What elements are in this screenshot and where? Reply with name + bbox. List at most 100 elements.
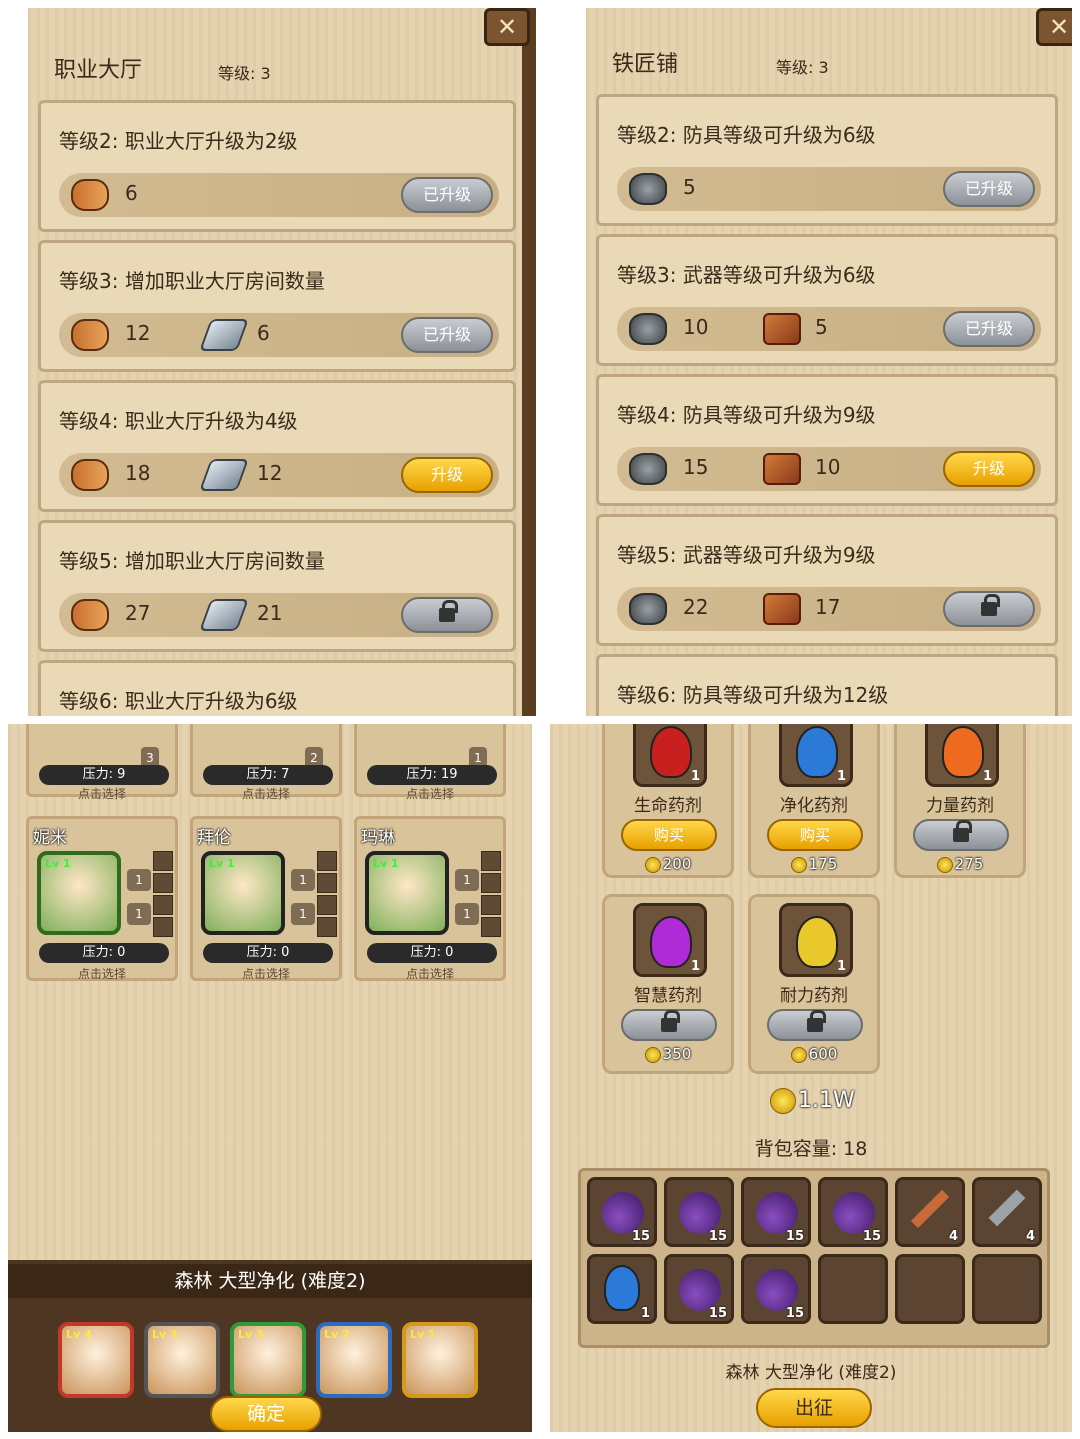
close-icon[interactable]: ✕ [484, 8, 530, 46]
potion-price: 600 [751, 1045, 877, 1063]
cost-ore: 5 [683, 175, 696, 199]
hero-card-byron[interactable]: 拜伦 Lv 1 1 1 压力: 0 点击选择 [190, 816, 342, 981]
gold-coin-icon [644, 856, 661, 873]
tap-select-label: 点击选择 [241, 967, 290, 981]
hero-name: 妮米 [33, 828, 67, 848]
upgrade-card: 等级4: 防具等级可升级为9级 15 10 升级 [596, 374, 1058, 506]
grape-food-icon [679, 1192, 721, 1234]
inventory-slot-empty[interactable] [972, 1254, 1042, 1324]
locked-button[interactable] [401, 597, 493, 633]
depart-button[interactable]: 出征 [756, 1388, 872, 1428]
gold-coin-icon [936, 856, 953, 873]
ore-icon [629, 593, 667, 625]
inventory-slot[interactable]: 15 [741, 1254, 811, 1324]
upgrade-card: 等级3: 武器等级可升级为6级 10 5 已升级 [596, 234, 1058, 366]
hero-card[interactable]: 3 压力: 9 点击选择 [26, 724, 178, 801]
grape-food-icon [679, 1269, 721, 1311]
cost-bar: 6 已升级 [59, 173, 499, 217]
pressure-label: 压力: 0 [39, 943, 169, 963]
locked-button[interactable] [621, 1009, 717, 1041]
party-slot[interactable]: Lv 4 [58, 1322, 134, 1398]
upgrade-card: 等级4: 职业大厅升级为4级 18 12 升级 [38, 380, 516, 512]
party-slot[interactable]: Lv 1 [402, 1322, 478, 1398]
upgrade-card: 等级2: 防具等级可升级为6级 5 已升级 [596, 94, 1058, 226]
item-slot [317, 895, 337, 915]
locked-button[interactable] [767, 1009, 863, 1041]
inventory-slot[interactable]: 15 [741, 1177, 811, 1247]
upgrade-card: 等级6: 防具等级可升级为12级 [596, 654, 1058, 716]
potion-item: 1 耐力药剂 600 [748, 894, 880, 1074]
inventory-slot[interactable]: 4 [972, 1177, 1042, 1247]
hero-card-marlene[interactable]: 玛琳 Lv 1 1 1 压力: 0 点击选择 [354, 816, 506, 981]
party-slot[interactable]: Lv 3 [230, 1322, 306, 1398]
grape-food-icon [602, 1192, 644, 1234]
bag-capacity: 背包容量: 18 [754, 1138, 868, 1160]
price-value: 275 [954, 855, 984, 873]
upgrade-desc: 等级4: 职业大厅升级为4级 [59, 409, 298, 433]
upgraded-button[interactable]: 已升级 [401, 317, 493, 353]
shovel-icon [988, 1189, 1026, 1227]
pressure-label: 压力: 0 [203, 943, 333, 963]
grape-food-icon [756, 1269, 798, 1311]
leather-icon [763, 453, 801, 485]
armor-level: 1 [291, 903, 315, 925]
upgrade-desc: 等级2: 防具等级可升级为6级 [617, 123, 876, 147]
red-potion-icon [650, 726, 692, 778]
party-slot[interactable]: Lv 2 [316, 1322, 392, 1398]
tap-select-label: 点击选择 [241, 787, 290, 801]
gold-coin-icon [790, 1046, 807, 1063]
cost-bar: 10 5 已升级 [617, 307, 1041, 351]
price-value: 175 [808, 855, 838, 873]
inventory-slot[interactable]: 1 [587, 1254, 657, 1324]
mission-title: 森林 大型净化 (难度2) [8, 1264, 532, 1298]
upgrade-card: 等级3: 增加职业大厅房间数量 12 6 已升级 [38, 240, 516, 372]
upgrade-desc: 等级5: 增加职业大厅房间数量 [59, 549, 325, 573]
potion-name: 生命药剂 [634, 796, 702, 816]
mission-title: 森林 大型净化 (难度2) [725, 1363, 897, 1383]
inventory-slot[interactable]: 15 [818, 1177, 888, 1247]
potion-name: 智慧药剂 [634, 986, 702, 1006]
item-slot [317, 851, 337, 871]
inventory-slot-empty[interactable] [895, 1254, 965, 1324]
party-slot[interactable]: Lv 3 [144, 1322, 220, 1398]
upgrade-button[interactable]: 升级 [943, 451, 1035, 487]
lock-icon [661, 1010, 680, 1032]
potion-item: 1 生命药剂 购买 200 [602, 724, 734, 878]
gold-total: 1.1W [770, 1088, 855, 1114]
lock-icon [807, 1010, 826, 1032]
panel-level: 等级: 3 [218, 64, 271, 83]
inventory-slot[interactable]: 15 [664, 1177, 734, 1247]
lock-icon [153, 917, 173, 937]
buy-button[interactable]: 购买 [621, 819, 717, 851]
hero-card[interactable]: 2 压力: 7 点击选择 [190, 724, 342, 801]
upgrade-card: 等级5: 武器等级可升级为9级 22 17 [596, 514, 1058, 646]
potion-name: 耐力药剂 [780, 986, 848, 1006]
pressure-label: 压力: 7 [203, 765, 333, 785]
wood-icon [71, 319, 109, 351]
upgrade-button[interactable]: 升级 [401, 457, 493, 493]
hero-card[interactable]: 1 压力: 19 点击选择 [354, 724, 506, 801]
pressure-label: 压力: 0 [367, 943, 497, 963]
hero-card-nimi[interactable]: 妮米 Lv 1 1 1 压力: 0 点击选择 [26, 816, 178, 981]
upgraded-button[interactable]: 已升级 [943, 171, 1035, 207]
upgraded-button[interactable]: 已升级 [943, 311, 1035, 347]
inventory-slot[interactable]: 15 [587, 1177, 657, 1247]
ore-icon [629, 173, 667, 205]
confirm-button[interactable]: 确定 [210, 1396, 322, 1432]
upgraded-button[interactable]: 已升级 [401, 177, 493, 213]
close-icon[interactable]: ✕ [1036, 8, 1072, 46]
inventory-slot[interactable]: 15 [664, 1254, 734, 1324]
locked-button[interactable] [943, 591, 1035, 627]
item-qty: 15 [631, 1229, 650, 1244]
potion-frame: 1 [779, 724, 853, 787]
inventory-slot-empty[interactable] [818, 1254, 888, 1324]
locked-button[interactable] [913, 819, 1009, 851]
potion-item: 1 净化药剂 购买 175 [748, 724, 880, 878]
upgrade-desc: 等级2: 职业大厅升级为2级 [59, 129, 298, 153]
buy-button[interactable]: 购买 [767, 819, 863, 851]
item-qty: 15 [862, 1229, 881, 1244]
inventory-slot[interactable]: 4 [895, 1177, 965, 1247]
tap-select-label: 点击选择 [77, 787, 126, 801]
cost-leather: 5 [815, 315, 828, 339]
hero-select-panel: 3 压力: 9 点击选择 2 压力: 7 点击选择 1 压力: 19 点击选择 … [8, 724, 532, 1432]
